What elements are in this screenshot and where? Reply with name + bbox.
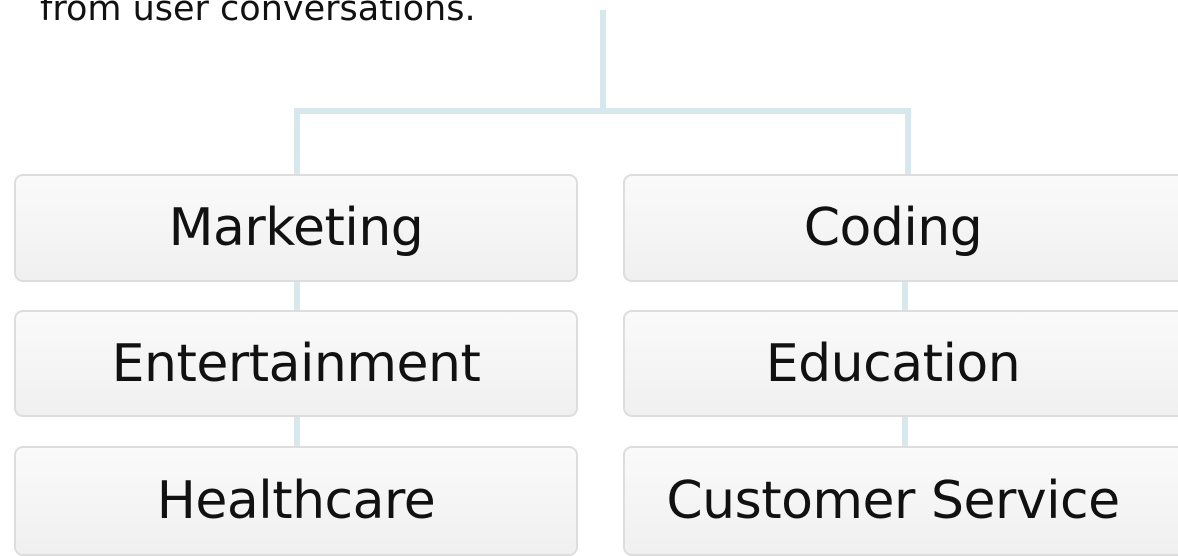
branch-connector xyxy=(294,108,911,114)
category-coding: Coding xyxy=(623,174,1178,282)
left-link-2 xyxy=(294,415,300,448)
right-link-2 xyxy=(902,415,908,448)
category-entertainment: Entertainment xyxy=(14,310,578,417)
category-healthcare: Healthcare xyxy=(14,446,578,556)
caption-text: from user conversations. xyxy=(40,0,476,29)
right-drop-connector xyxy=(905,108,911,175)
category-marketing: Marketing xyxy=(14,174,578,282)
category-customer-service: Customer Service xyxy=(623,446,1178,556)
left-drop-connector xyxy=(294,108,300,175)
right-link-1 xyxy=(902,280,908,312)
category-education: Education xyxy=(623,310,1178,417)
trunk-connector xyxy=(600,10,606,112)
left-link-1 xyxy=(294,280,300,312)
